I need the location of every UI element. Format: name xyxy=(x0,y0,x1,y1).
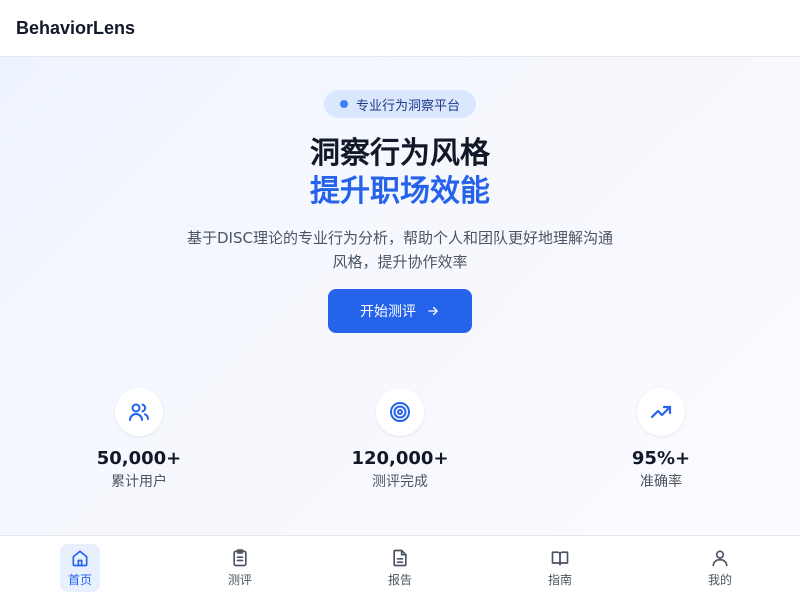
hero-title-line1: 洞察行为风格 xyxy=(310,136,490,171)
tab-label: 首页 xyxy=(67,573,92,587)
user-icon xyxy=(712,550,728,567)
tab-report[interactable]: 报告 xyxy=(380,544,420,592)
stat-accuracy: 95%+ 准确率 xyxy=(561,388,761,492)
stat-label: 准确率 xyxy=(640,474,682,490)
stat-icon-circle xyxy=(376,388,424,436)
home-icon xyxy=(72,550,88,567)
book-icon xyxy=(551,551,569,566)
users-icon xyxy=(129,403,149,421)
tab-label: 报告 xyxy=(387,573,412,587)
stat-users: 50,000+ 累计用户 xyxy=(39,388,239,492)
document-icon xyxy=(393,549,407,567)
tab-label: 指南 xyxy=(547,573,572,587)
stat-value: 50,000+ xyxy=(96,448,182,469)
stat-assessments: 120,000+ 测评完成 xyxy=(300,388,500,492)
stat-label: 累计用户 xyxy=(111,474,167,490)
arrow-right-icon xyxy=(428,306,438,316)
clipboard-icon xyxy=(233,549,247,567)
hero-title-line2: 提升职场效能 xyxy=(310,174,490,209)
tab-assessment[interactable]: 测评 xyxy=(220,544,260,592)
stat-label: 测评完成 xyxy=(372,474,428,490)
target-icon xyxy=(390,402,410,422)
start-assessment-button[interactable]: 开始测评 xyxy=(328,289,472,333)
badge-dot-icon xyxy=(339,100,348,108)
brand-logo-text[interactable]: BehaviorLens xyxy=(16,18,135,39)
tab-home[interactable]: 首页 xyxy=(60,544,100,592)
tab-guide[interactable]: 指南 xyxy=(540,544,580,592)
start-assessment-label: 开始测评 xyxy=(360,304,416,320)
stat-icon-circle xyxy=(115,388,163,436)
stat-value: 120,000+ xyxy=(351,448,449,469)
app-header: BehaviorLens xyxy=(0,0,800,57)
trending-up-icon xyxy=(650,405,672,419)
tab-label: 测评 xyxy=(227,573,252,587)
bottom-tab-bar: 首页 测评 报告 指南 我的 xyxy=(0,535,800,600)
hero-section: 专业行为洞察平台 洞察行为风格 提升职场效能 基于DISC理论的专业行为分析，帮… xyxy=(0,57,800,535)
platform-badge: 专业行为洞察平台 xyxy=(324,90,476,118)
tab-label: 我的 xyxy=(707,573,732,587)
stat-value: 95%+ xyxy=(631,448,691,469)
hero-description: 基于DISC理论的专业行为分析，帮助个人和团队更好地理解沟通风格，提升协作效率 xyxy=(187,229,613,271)
tab-profile[interactable]: 我的 xyxy=(700,544,740,592)
stat-icon-circle xyxy=(637,388,685,436)
badge-label: 专业行为洞察平台 xyxy=(355,98,460,114)
